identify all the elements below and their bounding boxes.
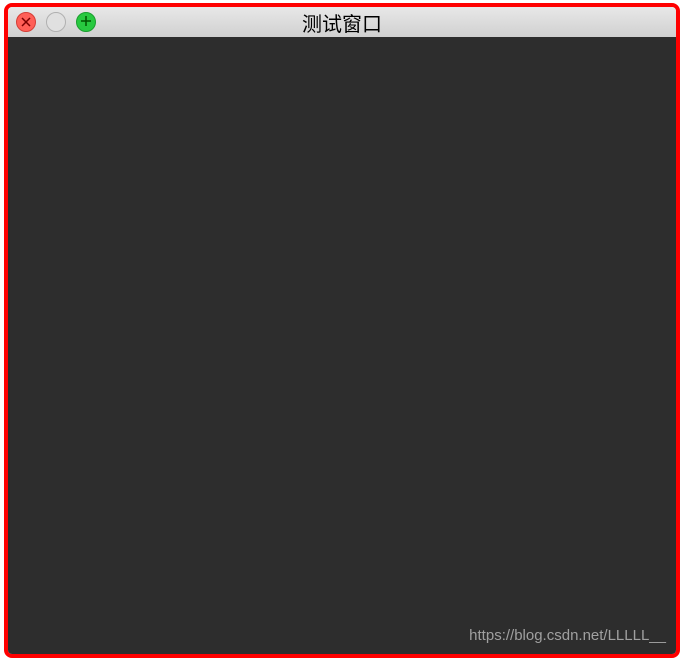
traffic-lights [8, 12, 96, 32]
plus-icon [80, 15, 92, 29]
watermark-text: https://blog.csdn.net/LLLLL__ [469, 627, 666, 644]
window-content: https://blog.csdn.net/LLLLL__ [8, 37, 676, 654]
close-icon [21, 15, 31, 29]
close-button[interactable] [16, 12, 36, 32]
window-frame: 测试窗口 https://blog.csdn.net/LLLLL__ [4, 3, 680, 658]
minimize-button[interactable] [46, 12, 66, 32]
window-title: 测试窗口 [302, 8, 382, 37]
titlebar: 测试窗口 [8, 7, 676, 37]
zoom-button[interactable] [76, 12, 96, 32]
